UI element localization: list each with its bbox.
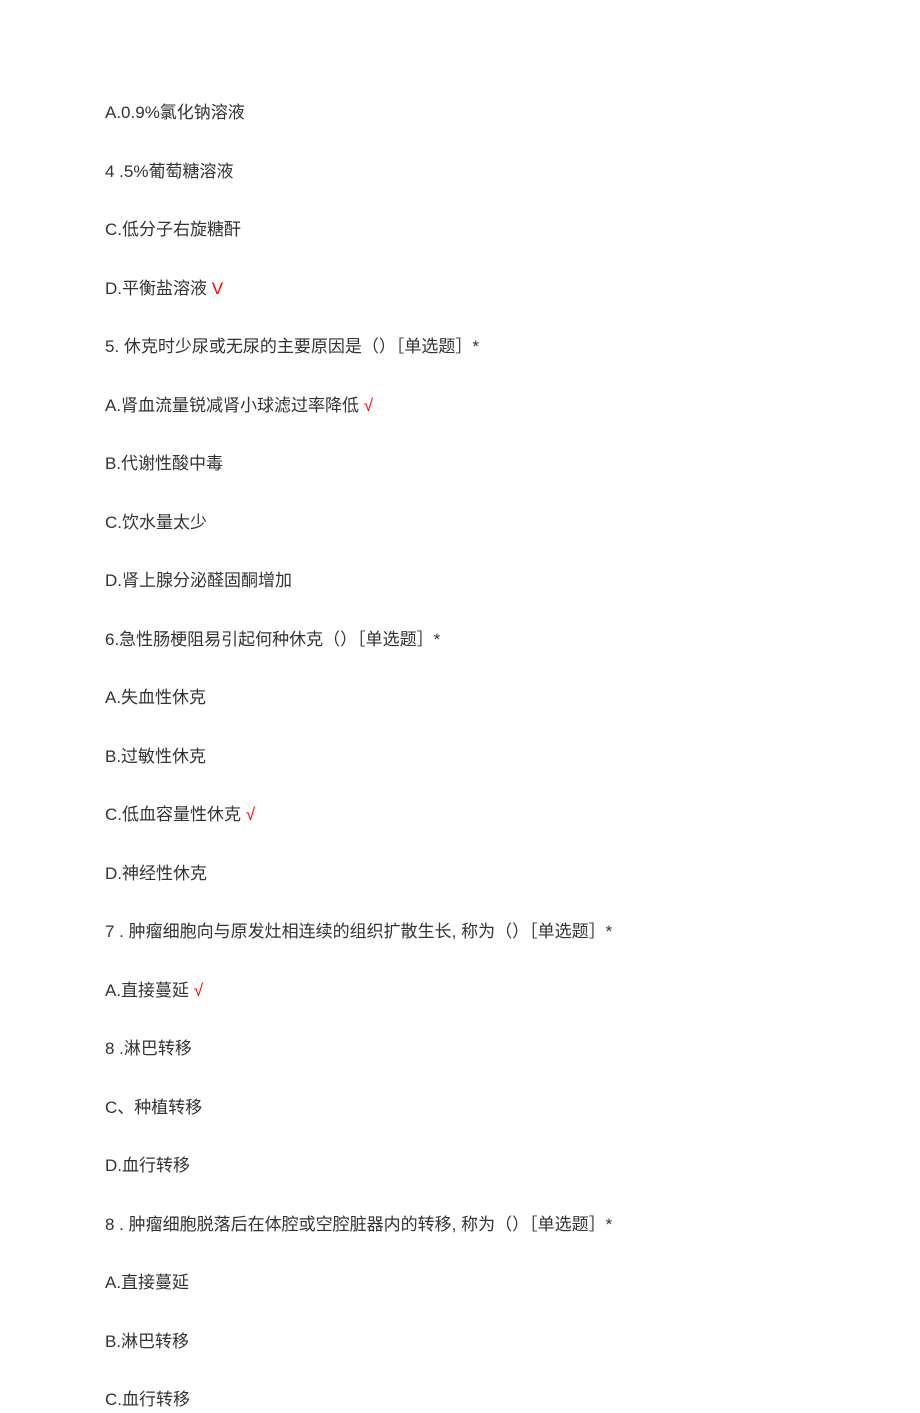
answer-option: D.肾上腺分泌醛固酮增加 (105, 568, 815, 594)
answer-option: D.血行转移 (105, 1153, 815, 1179)
answer-option: A.肾血流量锐减肾小球滤过率降低 √ (105, 393, 815, 419)
correct-mark-icon: √ (189, 981, 203, 1000)
option-text: 5. 休克时少尿或无尿的主要原因是（）［单选题］* (105, 337, 479, 356)
option-text: C.饮水量太少 (105, 513, 207, 532)
option-text: A.肾血流量锐减肾小球滤过率降低 (105, 396, 359, 415)
answer-option: A.失血性休克 (105, 685, 815, 711)
option-text: A.直接蔓延 (105, 1273, 189, 1292)
option-text: 7 . 肿瘤细胞向与原发灶相连续的组织扩散生长, 称为（）［单选题］* (105, 922, 612, 941)
question-text: 7 . 肿瘤细胞向与原发灶相连续的组织扩散生长, 称为（）［单选题］* (105, 919, 815, 945)
answer-option: D.神经性休克 (105, 861, 815, 887)
option-text: B.过敏性休克 (105, 747, 206, 766)
answer-option: C.低血容量性休克 √ (105, 802, 815, 828)
answer-option: A.直接蔓延 (105, 1270, 815, 1296)
option-text: D.肾上腺分泌醛固酮增加 (105, 571, 292, 590)
answer-option: A.直接蔓延 √ (105, 978, 815, 1004)
option-text: 6.急性肠梗阻易引起何种休克（）［单选题］* (105, 630, 440, 649)
answer-option: C.血行转移 (105, 1387, 815, 1413)
option-text: A.失血性休克 (105, 688, 206, 707)
option-text: 8 . 肿瘤细胞脱落后在体腔或空腔脏器内的转移, 称为（）［单选题］* (105, 1215, 612, 1234)
answer-option: C、种植转移 (105, 1095, 815, 1121)
document-content: A.0.9%氯化钠溶液 4 .5%葡萄糖溶液 C.低分子右旋糖酐 D.平衡盐溶液 V 5… (105, 100, 815, 1413)
answer-option: C.低分子右旋糖酐 (105, 217, 815, 243)
answer-option: D.平衡盐溶液 V (105, 276, 815, 302)
question-text: 6.急性肠梗阻易引起何种休克（）［单选题］* (105, 627, 815, 653)
option-text: C.低血容量性休克 (105, 805, 241, 824)
correct-mark-icon: V (207, 279, 223, 298)
answer-option: B.淋巴转移 (105, 1329, 815, 1355)
option-text: A.0.9%氯化钠溶液 (105, 103, 245, 122)
option-text: C、种植转移 (105, 1098, 202, 1117)
answer-option: 4 .5%葡萄糖溶液 (105, 159, 815, 185)
option-text: 4 .5%葡萄糖溶液 (105, 162, 233, 181)
question-text: 5. 休克时少尿或无尿的主要原因是（）［单选题］* (105, 334, 815, 360)
question-text: 8 . 肿瘤细胞脱落后在体腔或空腔脏器内的转移, 称为（）［单选题］* (105, 1212, 815, 1238)
option-text: C.血行转移 (105, 1390, 190, 1409)
option-text: B.代谢性酸中毒 (105, 454, 223, 473)
answer-option: C.饮水量太少 (105, 510, 815, 536)
correct-mark-icon: √ (359, 396, 373, 415)
answer-option: B.过敏性休克 (105, 744, 815, 770)
answer-option: A.0.9%氯化钠溶液 (105, 100, 815, 126)
answer-option: B.代谢性酸中毒 (105, 451, 815, 477)
option-text: A.直接蔓延 (105, 981, 189, 1000)
option-text: D.神经性休克 (105, 864, 207, 883)
correct-mark-icon: √ (241, 805, 255, 824)
option-text: B.淋巴转移 (105, 1332, 189, 1351)
answer-option: 8 .淋巴转移 (105, 1036, 815, 1062)
option-text: D.血行转移 (105, 1156, 190, 1175)
option-text: C.低分子右旋糖酐 (105, 220, 241, 239)
option-text: 8 .淋巴转移 (105, 1039, 192, 1058)
option-text: D.平衡盐溶液 (105, 279, 207, 298)
